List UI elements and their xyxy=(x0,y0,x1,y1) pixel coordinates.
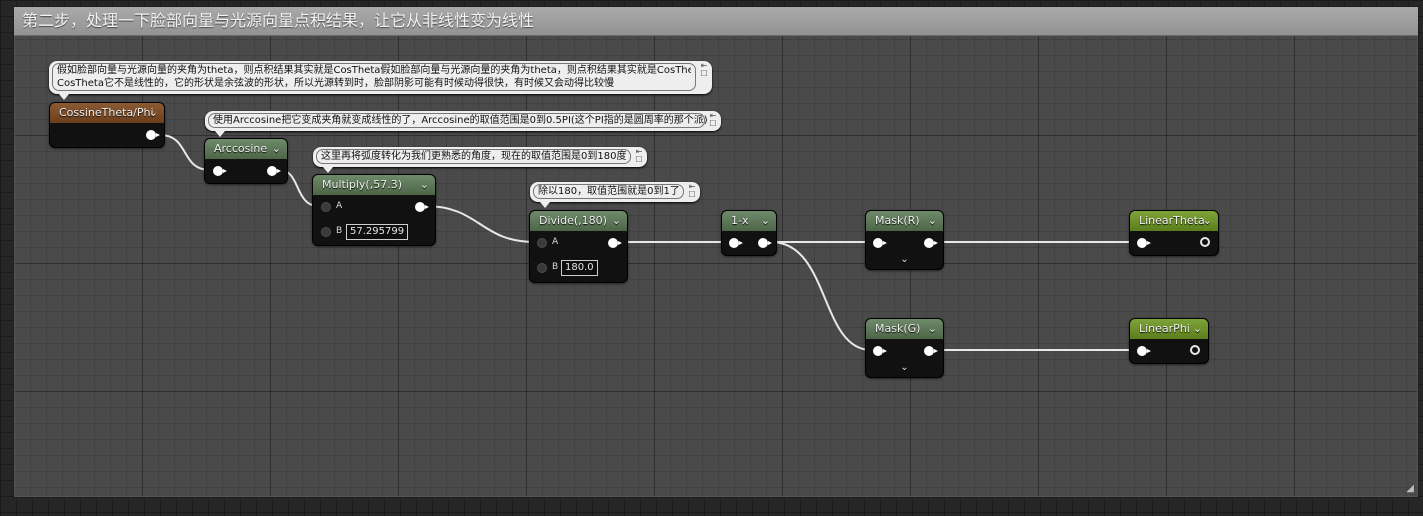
node-title: Divide(,180) xyxy=(539,214,607,227)
node-title: 1-x xyxy=(731,214,749,227)
chevron-down-icon[interactable]: ⌄ xyxy=(1203,211,1212,231)
node-divide[interactable]: Divide(,180) ⌄ A B 180.0 xyxy=(530,211,627,282)
bubble-tail xyxy=(540,202,550,208)
comment-bubble-cossine[interactable]: 假如脸部向量与光源向量的夹角为theta，则点积结果其实就是CosTheta假如… xyxy=(49,61,712,100)
node-arccosine[interactable]: Arccosine ⌄ xyxy=(205,139,287,183)
expand-chevron-icon[interactable]: ⌄ xyxy=(866,254,943,265)
b-value-input[interactable]: 180.0 xyxy=(561,260,598,276)
node-header[interactable]: LinearPhi ⌄ xyxy=(1130,319,1208,339)
comment-title[interactable]: 第二步，处理一下脸部向量与光源向量点积结果，让它从非线性变为线性 xyxy=(14,7,1418,36)
b-value-input[interactable]: 57.295799 xyxy=(346,224,409,240)
chevron-down-icon[interactable]: ⌄ xyxy=(272,139,281,159)
pin-label-a: A xyxy=(552,237,559,247)
input-pin-b[interactable] xyxy=(321,227,331,237)
comment-bubble-text: 假如脸部向量与光源向量的夹角为theta，则点积结果其实就是CosTheta假如… xyxy=(52,63,696,91)
comment-bubble-text: 使用Arccosine把它变成夹角就变成线性的了，Arccosine的取值范围是… xyxy=(208,113,708,128)
node-title: Multiply(,57.3) xyxy=(322,178,403,191)
node-header[interactable]: 1-x ⌄ xyxy=(722,211,776,231)
input-pin[interactable] xyxy=(729,238,743,248)
node-header[interactable]: LinearTheta ⌄ xyxy=(1130,211,1218,231)
node-title: Mask(R) xyxy=(875,214,920,227)
output-pin[interactable] xyxy=(758,238,772,248)
pin-comment-icon[interactable]: ⇤ ☐ xyxy=(708,112,718,128)
output-pin[interactable] xyxy=(1200,237,1210,247)
node-linear-theta[interactable]: LinearTheta ⌄ xyxy=(1130,211,1218,255)
expand-chevron-icon[interactable]: ⌄ xyxy=(866,362,943,373)
node-header[interactable]: Multiply(,57.3) ⌄ xyxy=(313,175,435,195)
node-multiply[interactable]: Multiply(,57.3) ⌄ A B 57.295799 xyxy=(313,175,435,245)
chevron-down-icon[interactable]: ⌄ xyxy=(761,211,770,231)
output-pin[interactable] xyxy=(146,130,160,140)
input-pin[interactable] xyxy=(213,166,227,176)
input-pin[interactable] xyxy=(1137,238,1151,248)
pin-label-a: A xyxy=(336,201,343,211)
comment-line-1: 假如脸部向量与光源向量的夹角为theta，则点积结果其实就是CosTheta假如… xyxy=(57,65,691,76)
input-pin-a[interactable] xyxy=(321,202,331,212)
pin-comment-icon[interactable]: ⇤ ☐ xyxy=(687,183,697,199)
chevron-down-icon[interactable]: ⌄ xyxy=(612,211,621,231)
node-linear-phi[interactable]: LinearPhi ⌄ xyxy=(1130,319,1208,363)
node-title: LinearPhi xyxy=(1139,322,1190,335)
output-pin[interactable] xyxy=(415,202,429,212)
node-header[interactable]: Mask(G) ⌄ xyxy=(866,319,943,339)
output-pin[interactable] xyxy=(924,346,938,356)
output-pin[interactable] xyxy=(267,166,281,176)
comment-bubble-text: 这里再将弧度转化为我们更熟悉的角度，现在的取值范围是0到180度 xyxy=(316,149,631,164)
node-mask-g[interactable]: Mask(G) ⌄ ⌄ xyxy=(866,319,943,377)
node-title: Arccosine xyxy=(214,142,268,155)
node-header[interactable]: Mask(R) ⌄ xyxy=(866,211,943,231)
resize-grip-icon[interactable]: ◢ xyxy=(1406,484,1414,494)
node-mask-r[interactable]: Mask(R) ⌄ ⌄ xyxy=(866,211,943,269)
node-title: LinearTheta xyxy=(1139,214,1205,227)
node-header[interactable]: Divide(,180) ⌄ xyxy=(530,211,627,231)
comment-bubble-divide[interactable]: 除以180，取值范围就是0到1了 ⇤ ☐ xyxy=(530,182,700,208)
node-title: Mask(G) xyxy=(875,322,921,335)
input-pin-b[interactable] xyxy=(537,263,547,273)
node-cossine-theta-phi[interactable]: CossineTheta/Phi ⌄ xyxy=(50,103,164,147)
output-pin[interactable] xyxy=(924,238,938,248)
chevron-down-icon[interactable]: ⌄ xyxy=(149,103,158,123)
pin-comment-icon[interactable]: ⇤ ☐ xyxy=(699,62,709,78)
chevron-down-icon[interactable]: ⌄ xyxy=(420,175,429,195)
bubble-tail xyxy=(59,94,69,100)
input-pin-a[interactable] xyxy=(537,238,547,248)
pin-label-b: B xyxy=(552,262,559,272)
bubble-tail xyxy=(323,167,333,173)
node-title: CossineTheta/Phi xyxy=(59,106,154,119)
comment-bubble-text: 除以180，取值范围就是0到1了 xyxy=(533,184,684,199)
chevron-down-icon[interactable]: ⌄ xyxy=(928,211,937,231)
input-pin[interactable] xyxy=(1137,346,1151,356)
pin-label-b: B xyxy=(336,226,343,236)
comment-bubble-multiply[interactable]: 这里再将弧度转化为我们更熟悉的角度，现在的取值范围是0到180度 ⇤ ☐ xyxy=(313,147,647,173)
bubble-tail xyxy=(215,131,225,137)
input-pin[interactable] xyxy=(873,238,887,248)
chevron-down-icon[interactable]: ⌄ xyxy=(1193,319,1202,339)
comment-bubble-arccosine[interactable]: 使用Arccosine把它变成夹角就变成线性的了，Arccosine的取值范围是… xyxy=(205,111,721,137)
output-pin[interactable] xyxy=(1190,345,1200,355)
node-header[interactable]: Arccosine ⌄ xyxy=(205,139,287,159)
node-one-minus[interactable]: 1-x ⌄ xyxy=(722,211,776,255)
input-pin[interactable] xyxy=(873,346,887,356)
chevron-down-icon[interactable]: ⌄ xyxy=(928,319,937,339)
node-header[interactable]: CossineTheta/Phi ⌄ xyxy=(50,103,164,123)
comment-line-2: CosTheta它不是线性的，它的形状是余弦波的形状，所以光源转到时，脸部阴影可… xyxy=(57,78,614,89)
pin-comment-icon[interactable]: ⇤ ☐ xyxy=(634,148,644,164)
output-pin[interactable] xyxy=(608,238,622,248)
